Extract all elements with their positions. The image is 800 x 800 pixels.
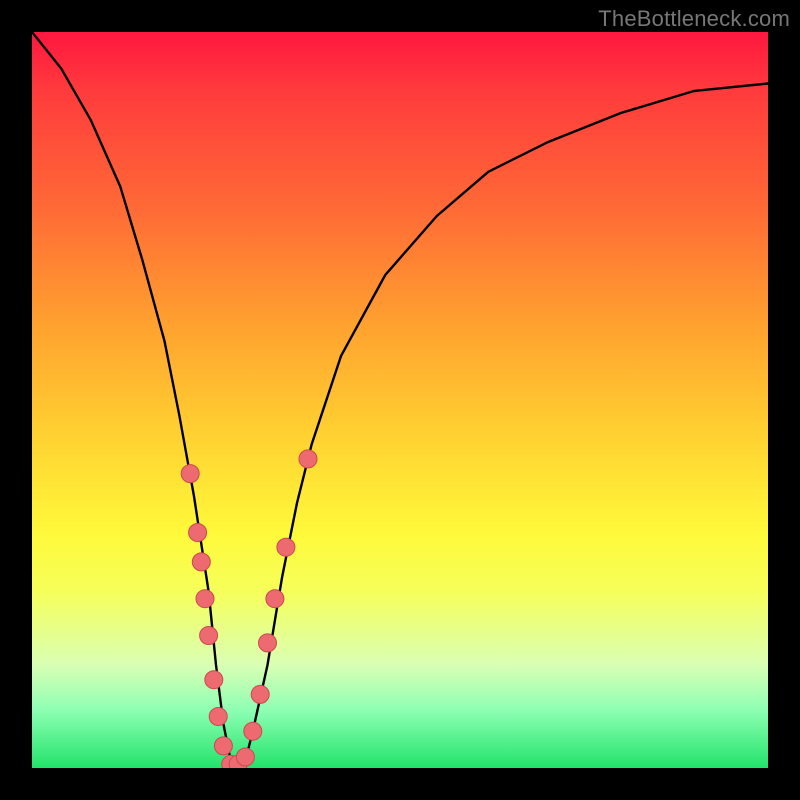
curve-markers bbox=[181, 450, 317, 768]
bottleneck-curve-path bbox=[32, 32, 768, 768]
curve-marker bbox=[266, 590, 284, 608]
curve-marker bbox=[196, 590, 214, 608]
curve-marker bbox=[259, 634, 277, 652]
curve-marker bbox=[236, 748, 254, 766]
watermark-text: TheBottleneck.com bbox=[598, 6, 790, 32]
curve-marker bbox=[299, 450, 317, 468]
curve-marker bbox=[209, 708, 227, 726]
curve-marker bbox=[277, 538, 295, 556]
curve-marker bbox=[251, 685, 269, 703]
curve-marker bbox=[181, 465, 199, 483]
curve-marker bbox=[244, 722, 262, 740]
curve-marker bbox=[205, 671, 223, 689]
curve-marker bbox=[189, 524, 207, 542]
curve-marker bbox=[214, 737, 232, 755]
curve-marker bbox=[200, 627, 218, 645]
curve-marker bbox=[192, 553, 210, 571]
plot-area bbox=[32, 32, 768, 768]
bottleneck-curve-svg bbox=[32, 32, 768, 768]
chart-frame: TheBottleneck.com bbox=[0, 0, 800, 800]
